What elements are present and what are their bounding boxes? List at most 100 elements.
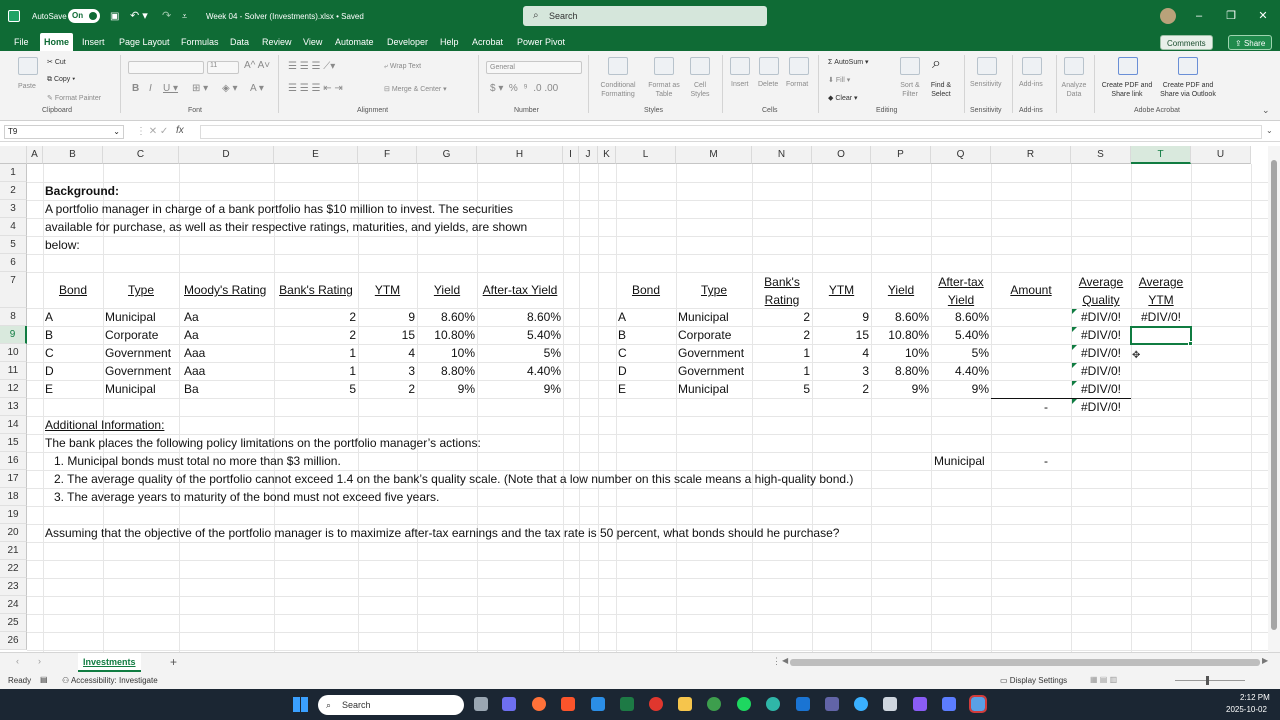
merge-center-button[interactable]: ⊟ Merge & Center ▾	[384, 85, 447, 93]
row-header-5[interactable]: 5	[0, 236, 27, 254]
minimize-icon[interactable]: –	[1184, 0, 1214, 33]
view-normal-icon[interactable]: ▦ ▤ ▥	[1090, 675, 1117, 684]
grow-font-icon[interactable]: A^ A˅	[244, 60, 270, 71]
delete-cells-label[interactable]: Delete	[758, 81, 778, 88]
tab-view[interactable]: View	[303, 33, 322, 51]
macro-record-icon[interactable]: ▤	[40, 675, 48, 684]
edge-icon[interactable]	[766, 697, 780, 711]
format-cells-icon[interactable]	[789, 57, 809, 75]
column-header-e[interactable]: E	[274, 146, 358, 164]
comments-button[interactable]: Comments	[1160, 35, 1213, 50]
analyze-data-label[interactable]: Analyze Data	[1058, 81, 1090, 99]
sort-filter-icon[interactable]	[900, 57, 920, 75]
tab-insert[interactable]: Insert	[82, 33, 105, 51]
row-header-22[interactable]: 22	[0, 560, 27, 578]
file-explorer-icon[interactable]	[678, 697, 692, 711]
create-pdf-label[interactable]: Create PDF and Share link	[1100, 81, 1154, 99]
snipping-tool-icon[interactable]	[883, 697, 897, 711]
cell-styles-icon[interactable]	[690, 57, 710, 75]
column-header-m[interactable]: M	[676, 146, 752, 164]
tab-review[interactable]: Review	[262, 33, 292, 51]
name-box[interactable]: T9 ⌄	[4, 125, 124, 139]
tab-developer[interactable]: Developer	[387, 33, 428, 51]
insert-cells-icon[interactable]	[730, 57, 750, 75]
column-header-g[interactable]: G	[417, 146, 477, 164]
prev-sheet-icon[interactable]: ‹	[16, 656, 19, 666]
row-header-16[interactable]: 16	[0, 452, 27, 470]
currency-icon[interactable]: $ ▾ % ⁹ .0 .00	[490, 83, 558, 94]
sensitivity-label[interactable]: Sensitivity	[970, 81, 1002, 88]
bold-icon[interactable]: B	[132, 83, 139, 94]
tab-home[interactable]: Home	[40, 33, 74, 51]
row-header-21[interactable]: 21	[0, 542, 27, 560]
excel-taskbar-icon[interactable]	[620, 697, 634, 711]
outlook-icon[interactable]	[796, 697, 810, 711]
format-cells-label[interactable]: Format	[786, 81, 808, 88]
customize-qat-icon[interactable]: ⩡	[182, 0, 187, 33]
column-header-b[interactable]: B	[43, 146, 103, 164]
column-header-d[interactable]: D	[179, 146, 274, 164]
zoom-slider-thumb[interactable]	[1206, 676, 1209, 685]
row-header-23[interactable]: 23	[0, 578, 27, 596]
borders-icon[interactable]: ⊞ ▾	[192, 83, 208, 94]
row-header-19[interactable]: 19	[0, 506, 27, 524]
add-ins-label[interactable]: Add-ins	[1019, 81, 1043, 88]
column-header-q[interactable]: Q	[931, 146, 991, 164]
row-header-1[interactable]: 1	[0, 164, 27, 182]
column-header-o[interactable]: O	[812, 146, 871, 164]
column-header-r[interactable]: R	[991, 146, 1071, 164]
teams-icon[interactable]	[825, 697, 839, 711]
row-header-2[interactable]: 2	[0, 182, 27, 200]
share-button[interactable]: ⇪ Share	[1228, 35, 1273, 50]
create-pdf-outlook-icon[interactable]	[1178, 57, 1198, 75]
firefox-icon[interactable]	[532, 697, 546, 711]
analyze-data-icon[interactable]	[1064, 57, 1084, 75]
conditional-formatting-icon[interactable]	[608, 57, 628, 75]
cut-button[interactable]: ✂ Cut	[47, 58, 66, 66]
column-header-p[interactable]: P	[871, 146, 931, 164]
zoom-slider[interactable]	[1175, 680, 1245, 681]
brave-icon[interactable]	[561, 697, 575, 711]
fill-color-icon[interactable]: ◈ ▾	[222, 83, 238, 94]
insert-cells-label[interactable]: Insert	[731, 81, 749, 88]
italic-icon[interactable]: I	[149, 83, 152, 94]
row-header-15[interactable]: 15	[0, 434, 27, 452]
undo-icon[interactable]: ↶ ▾	[130, 0, 148, 33]
align-left-icon[interactable]: ☰ ☰ ☰ ⇤ ⇥	[288, 83, 343, 94]
clear-button[interactable]: ◆ Clear ▾	[828, 94, 858, 102]
search-box[interactable]: ⌕ Search	[523, 6, 767, 26]
column-header-l[interactable]: L	[616, 146, 676, 164]
scroll-right-icon[interactable]: ▶	[1262, 656, 1268, 665]
row-header-13[interactable]: 13	[0, 398, 27, 416]
column-header-h[interactable]: H	[477, 146, 563, 164]
column-header-a[interactable]: A	[27, 146, 43, 164]
tab-page-layout[interactable]: Page Layout	[119, 33, 170, 51]
scroll-left-icon[interactable]: ◀	[782, 656, 788, 665]
file-name[interactable]: Week 04 - Solver (Investments).xlsx • Sa…	[206, 0, 364, 33]
find-select-label[interactable]: Find & Select	[926, 81, 956, 99]
tab-formulas[interactable]: Formulas	[181, 33, 219, 51]
insert-function-icon[interactable]: fx	[176, 125, 184, 136]
app-icon-4[interactable]	[969, 695, 987, 713]
column-header-t[interactable]: T	[1131, 146, 1191, 164]
windows-start-icon[interactable]	[293, 697, 308, 712]
row-header-24[interactable]: 24	[0, 596, 27, 614]
cell-styles-label[interactable]: Cell Styles	[686, 81, 714, 99]
fill-handle[interactable]	[1188, 341, 1193, 346]
sensitivity-icon[interactable]	[977, 57, 997, 75]
selected-cell-t9[interactable]	[1130, 326, 1193, 346]
copy-button[interactable]: ⧉ Copy ▾	[47, 76, 75, 84]
column-header-n[interactable]: N	[752, 146, 812, 164]
tab-options-icon[interactable]: ⋮	[772, 656, 781, 667]
row-header-7[interactable]: 7	[0, 272, 27, 308]
row-header-6[interactable]: 6	[0, 254, 27, 272]
add-ins-icon[interactable]	[1022, 57, 1042, 75]
app-icon[interactable]	[854, 697, 868, 711]
ribbon-collapse-icon[interactable]: ⌄	[1262, 105, 1270, 116]
worksheet-grid[interactable]: ABCDEFGHIJKLMNOPQRSTU 1 2 3 4 5 6 7 8 9 10 11 12 13 1…	[0, 146, 1268, 652]
row-header-10[interactable]: 10	[0, 344, 27, 362]
copilot-icon[interactable]	[502, 697, 516, 711]
display-settings[interactable]: ▭ Display Settings	[1000, 676, 1067, 685]
row-header-4[interactable]: 4	[0, 218, 27, 236]
taskbar-search[interactable]: ⌕ Search	[318, 695, 464, 715]
